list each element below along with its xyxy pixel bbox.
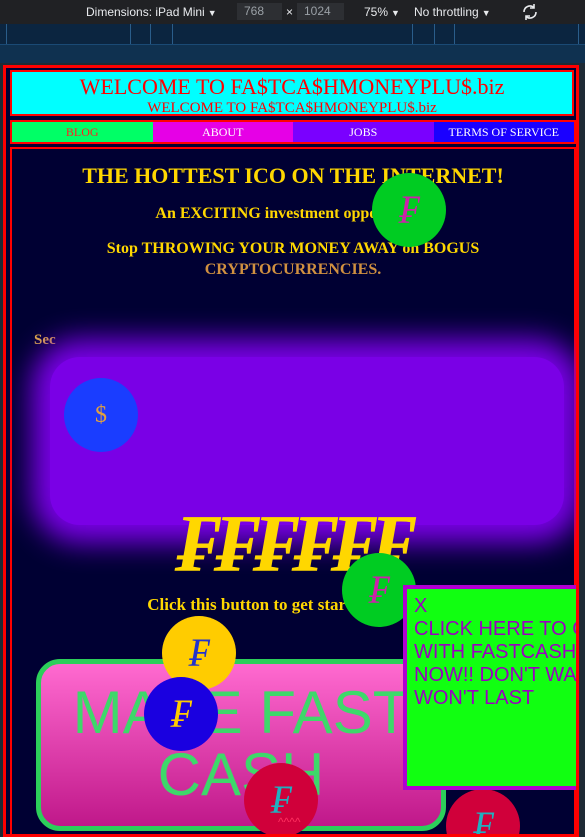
pitch-line: Stop THROWING YOUR MONEY AWAY on BOGUS — [106, 240, 480, 257]
dollar-coin-icon: $ — [64, 378, 138, 452]
pixel-ruler — [0, 45, 585, 63]
media-query-ruler — [0, 24, 585, 45]
chevron-down-icon: ▼ — [207, 8, 217, 18]
rotate-icon[interactable] — [520, 2, 540, 25]
dimension-separator: × — [286, 5, 294, 19]
franc-symbols: ₣₣₣₣₣₣ — [176, 498, 412, 589]
width-input[interactable]: 768 — [237, 3, 282, 20]
tagline: An EXCITING investment opportunity! — [155, 205, 431, 222]
devtools-device-toolbar: Dimensions: iPad Mini ▼ 768 × 1024 75% ▼ N… — [0, 0, 585, 24]
site-header: WELCOME TO FA$TCA$HMONEYPLU$.biz WELCOME… — [10, 70, 574, 116]
nav-jobs[interactable]: JOBS — [293, 122, 434, 142]
coin-icon: ₣ — [144, 677, 218, 751]
device-select[interactable]: Dimensions: iPad Mini ▼ — [86, 5, 217, 19]
site-nav: BLOG ABOUT JOBS TERMS OF SERVICE — [10, 120, 576, 144]
site-title: WELCOME TO FA$TCA$HMONEYPLU$.biz — [79, 74, 505, 99]
nav-blog[interactable]: BLOG — [12, 122, 153, 142]
device-label: Dimensions: iPad Mini — [86, 5, 205, 19]
height-input[interactable]: 1024 — [297, 3, 344, 20]
throttling-select[interactable]: No throttling ▼ — [414, 5, 491, 19]
chevron-down-icon: ▼ — [481, 8, 491, 18]
nav-about[interactable]: ABOUT — [152, 122, 293, 142]
coin-icon: ₣ — [446, 789, 520, 834]
headline: THE HOTTEST ICO ON THE INTERNET! — [82, 163, 504, 188]
throttling-label: No throttling — [414, 5, 479, 19]
zoom-select[interactable]: 75% ▼ — [364, 5, 400, 19]
emulated-page: WELCOME TO FA$TCA$HMONEYPLU$.biz WELCOME… — [3, 65, 579, 837]
site-subtitle: WELCOME TO FA$TCA$HMONEYPLU$.biz — [147, 100, 437, 116]
popup-text: CLICK HERE TO GET STARTED WITH FASTCASHM… — [414, 618, 577, 709]
pitch-line-2: CRYPTOCURRENCIES. — [204, 261, 382, 278]
coin-icon: ₣ — [372, 173, 446, 247]
caret-decoration: ^^^^ — [278, 815, 301, 829]
close-icon[interactable]: X — [414, 595, 576, 618]
make-fast-cash-button[interactable]: MAKE FAST CASH — [36, 659, 446, 831]
nav-terms-of-service[interactable]: TERMS OF SERVICE — [433, 122, 574, 142]
chevron-down-icon: ▼ — [391, 8, 400, 18]
zoom-label: 75% — [364, 5, 389, 19]
popup-ad[interactable]: X CLICK HERE TO GET STARTED WITH FASTCAS… — [403, 585, 577, 790]
partial-text: Sec — [34, 332, 56, 348]
